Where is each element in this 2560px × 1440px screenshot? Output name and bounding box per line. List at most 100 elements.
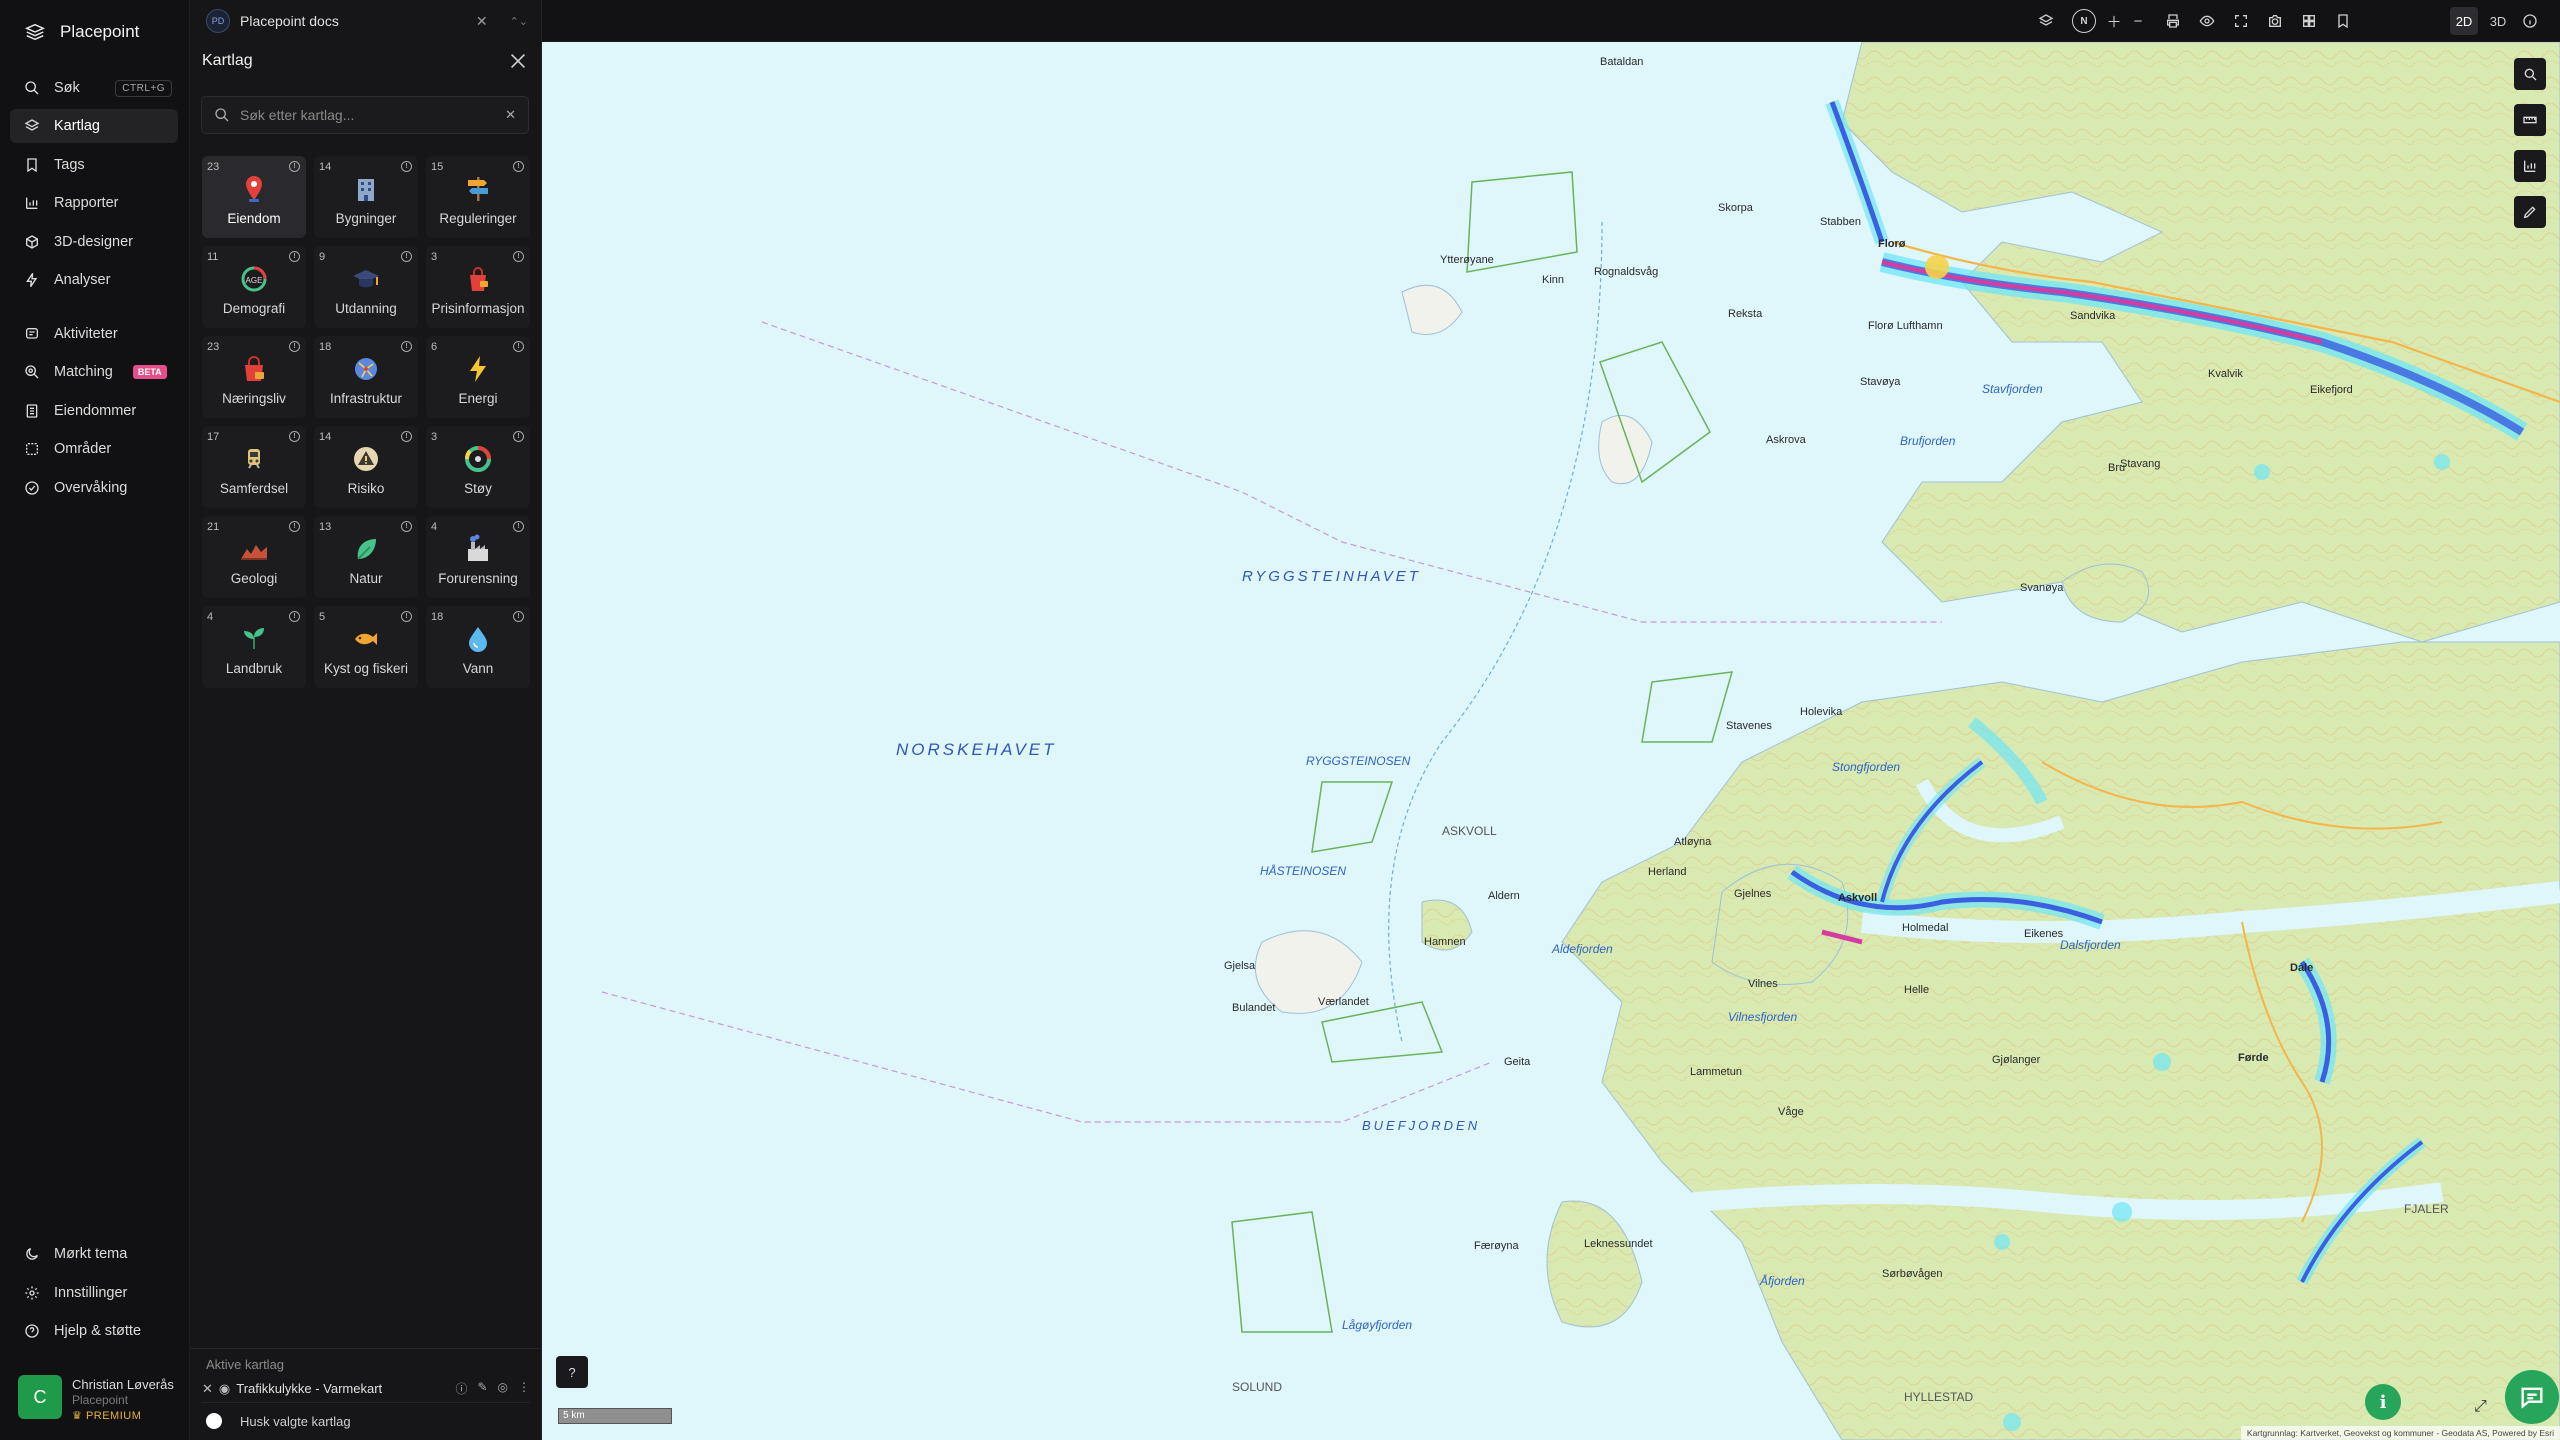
map-info-button[interactable] — [2518, 9, 2542, 33]
layer-category-eiendom[interactable]: 23! Eiendom — [202, 156, 306, 238]
remember-layers[interactable]: Husk valgte kartlag — [206, 1413, 351, 1429]
nav-item-kartlag[interactable]: Kartlag — [10, 109, 178, 143]
map-canvas[interactable]: NORSKEHAVET RYGGSTEINHAVET BUEFJORDEN RY… — [542, 42, 2560, 1440]
fjord-label: Stongfjorden — [1832, 760, 1901, 774]
draw-tool-button[interactable] — [2514, 196, 2546, 228]
edit-pencil-icon[interactable]: ✎ — [477, 1380, 487, 1397]
layer-category-energi[interactable]: 6! Energi — [426, 336, 530, 418]
category-info-icon[interactable]: ! — [513, 341, 524, 352]
zoom-in-button[interactable]: ＋ — [2102, 9, 2126, 33]
layer-category-reguleringer[interactable]: 15! Reguleringer — [426, 156, 530, 238]
nav-item-search[interactable]: Søk CTRL+G — [10, 71, 178, 105]
nav-item-matching[interactable]: Matching BETA — [10, 355, 178, 389]
category-info-icon[interactable]: ! — [289, 521, 300, 532]
layer-category-kyst-og-fiskeri[interactable]: 5! Kyst og fiskeri — [314, 606, 418, 688]
nav-item-analyser[interactable]: Analyser — [10, 263, 178, 297]
category-info-icon[interactable]: ! — [289, 251, 300, 262]
question-icon: ? — [568, 1364, 576, 1380]
mode-3d-button[interactable]: 3D — [2484, 7, 2512, 35]
category-info-icon[interactable]: ! — [289, 431, 300, 442]
fullscreen-button[interactable] — [2229, 9, 2253, 33]
brand[interactable]: Placepoint — [0, 0, 189, 64]
category-info-icon[interactable]: ! — [289, 341, 300, 352]
bar-chart-icon — [2524, 160, 2536, 172]
layer-category-støy[interactable]: 3! Støy — [426, 426, 530, 508]
distance-tool-button[interactable] — [2514, 104, 2546, 136]
layer-category-geologi[interactable]: 21! Geologi — [202, 516, 306, 598]
category-info-icon[interactable]: ! — [401, 431, 412, 442]
view-button[interactable] — [2195, 9, 2219, 33]
layer-category-landbruk[interactable]: 4! Landbruk — [202, 606, 306, 688]
layer-category-samferdsel[interactable]: 17! Samferdsel — [202, 426, 306, 508]
place-label: Gjelnes — [1734, 888, 1772, 900]
search-icon — [215, 108, 229, 122]
visibility-eye-icon[interactable]: ◎ — [498, 1380, 508, 1397]
nav-item-overvaking[interactable]: Overvåking — [10, 471, 178, 505]
category-info-icon[interactable]: ! — [513, 521, 524, 532]
category-info-icon[interactable]: ! — [289, 611, 300, 622]
layer-category-bygninger[interactable]: 14! Bygninger — [314, 156, 418, 238]
category-info-icon[interactable]: ! — [401, 521, 412, 532]
category-info-icon[interactable]: ! — [401, 341, 412, 352]
nav-item-dark-theme[interactable]: Mørkt tema — [10, 1237, 178, 1271]
nav-item-3d-designer[interactable]: 3D-designer — [10, 225, 178, 259]
nav-item-help[interactable]: Hjelp & støtte — [10, 1314, 178, 1348]
layer-category-næringsliv[interactable]: 23! Næringsliv — [202, 336, 306, 418]
remove-layer-icon[interactable]: ✕ — [202, 1381, 213, 1397]
layer-category-natur[interactable]: 13! Natur — [314, 516, 418, 598]
left-navigation: Placepoint Søk CTRL+G Kartlag Tags Rappo… — [0, 0, 190, 1440]
active-layer-row[interactable]: ✕ ◉ Trafikkulykke - Varmekart ⓘ ✎ ◎ ⋮ — [202, 1375, 530, 1403]
close-document-icon[interactable]: ✕ — [476, 13, 488, 30]
layer-info-icon[interactable]: ⓘ — [455, 1380, 467, 1397]
screenshot-button[interactable] — [2263, 9, 2287, 33]
nav-item-aktiviteter[interactable]: Aktiviteter — [10, 317, 178, 351]
nav-item-eiendommer[interactable]: Eiendommer — [10, 394, 178, 428]
zoom-out-button[interactable]: − — [2126, 9, 2150, 33]
place-label: Stavenes — [1726, 720, 1772, 732]
close-panel-icon[interactable] — [507, 50, 529, 72]
category-info-icon[interactable]: ! — [401, 611, 412, 622]
user-profile[interactable]: C Christian Løverås Placepoint ♛ PREMIUM — [18, 1375, 174, 1422]
nav-item-rapporter[interactable]: Rapporter — [10, 186, 178, 220]
compass-button[interactable]: N — [2072, 9, 2096, 33]
nav-item-tags[interactable]: Tags — [10, 148, 178, 182]
chart-tool-button[interactable] — [2514, 150, 2546, 182]
document-badge: PD — [206, 9, 230, 33]
more-menu-icon[interactable]: ⋮ — [518, 1380, 530, 1397]
category-info-icon[interactable]: ! — [401, 161, 412, 172]
category-info-icon[interactable]: ! — [289, 161, 300, 172]
nav-item-omrader[interactable]: Områder — [10, 432, 178, 466]
basemap-button[interactable] — [2034, 9, 2058, 33]
info-fab-button[interactable]: i — [2365, 1384, 2401, 1420]
print-button[interactable] — [2161, 9, 2185, 33]
clear-search-icon[interactable]: ✕ — [505, 107, 516, 123]
category-info-icon[interactable]: ! — [513, 251, 524, 262]
nav-item-settings[interactable]: Innstillinger — [10, 1276, 178, 1310]
measure-tool-button[interactable] — [2514, 58, 2546, 90]
layer-category-vann[interactable]: 18! Vann — [426, 606, 530, 688]
category-info-icon[interactable]: ! — [401, 251, 412, 262]
layer-category-risiko[interactable]: 14! Risiko — [314, 426, 418, 508]
chat-fab-button[interactable] — [2505, 1370, 2559, 1424]
layer-category-demografi[interactable]: 11! AGE Demografi — [202, 246, 306, 328]
avatar: C — [18, 1375, 62, 1419]
category-info-icon[interactable]: ! — [513, 431, 524, 442]
nav-item-label: Mørkt tema — [54, 1246, 128, 1262]
map-help-button[interactable]: ? — [556, 1356, 588, 1388]
layer-category-forurensning[interactable]: 4! Forurensning — [426, 516, 530, 598]
sea-area-label: RYGGSTEINOSEN — [1306, 754, 1411, 768]
layer-category-prisinformasjon[interactable]: 3! Prisinformasjon — [426, 246, 530, 328]
category-info-icon[interactable]: ! — [513, 161, 524, 172]
chevron-updown-icon[interactable]: ⌃⌄ — [510, 15, 528, 28]
layer-category-infrastruktur[interactable]: 18! Infrastruktur — [314, 336, 418, 418]
category-info-icon[interactable]: ! — [513, 611, 524, 622]
layer-category-utdanning[interactable]: 9! Utdanning — [314, 246, 418, 328]
grid-view-button[interactable] — [2297, 9, 2321, 33]
expand-icon[interactable]: ⤢ — [2474, 1398, 2487, 1416]
layer-search-input[interactable] — [240, 107, 496, 123]
mode-2d-button[interactable]: 2D — [2450, 7, 2478, 35]
document-tab[interactable]: PD Placepoint docs ✕ ⌃⌄ — [206, 8, 528, 34]
remember-toggle[interactable] — [206, 1413, 222, 1429]
layer-count: 4 — [207, 611, 214, 623]
bookmark-button[interactable] — [2331, 9, 2355, 33]
